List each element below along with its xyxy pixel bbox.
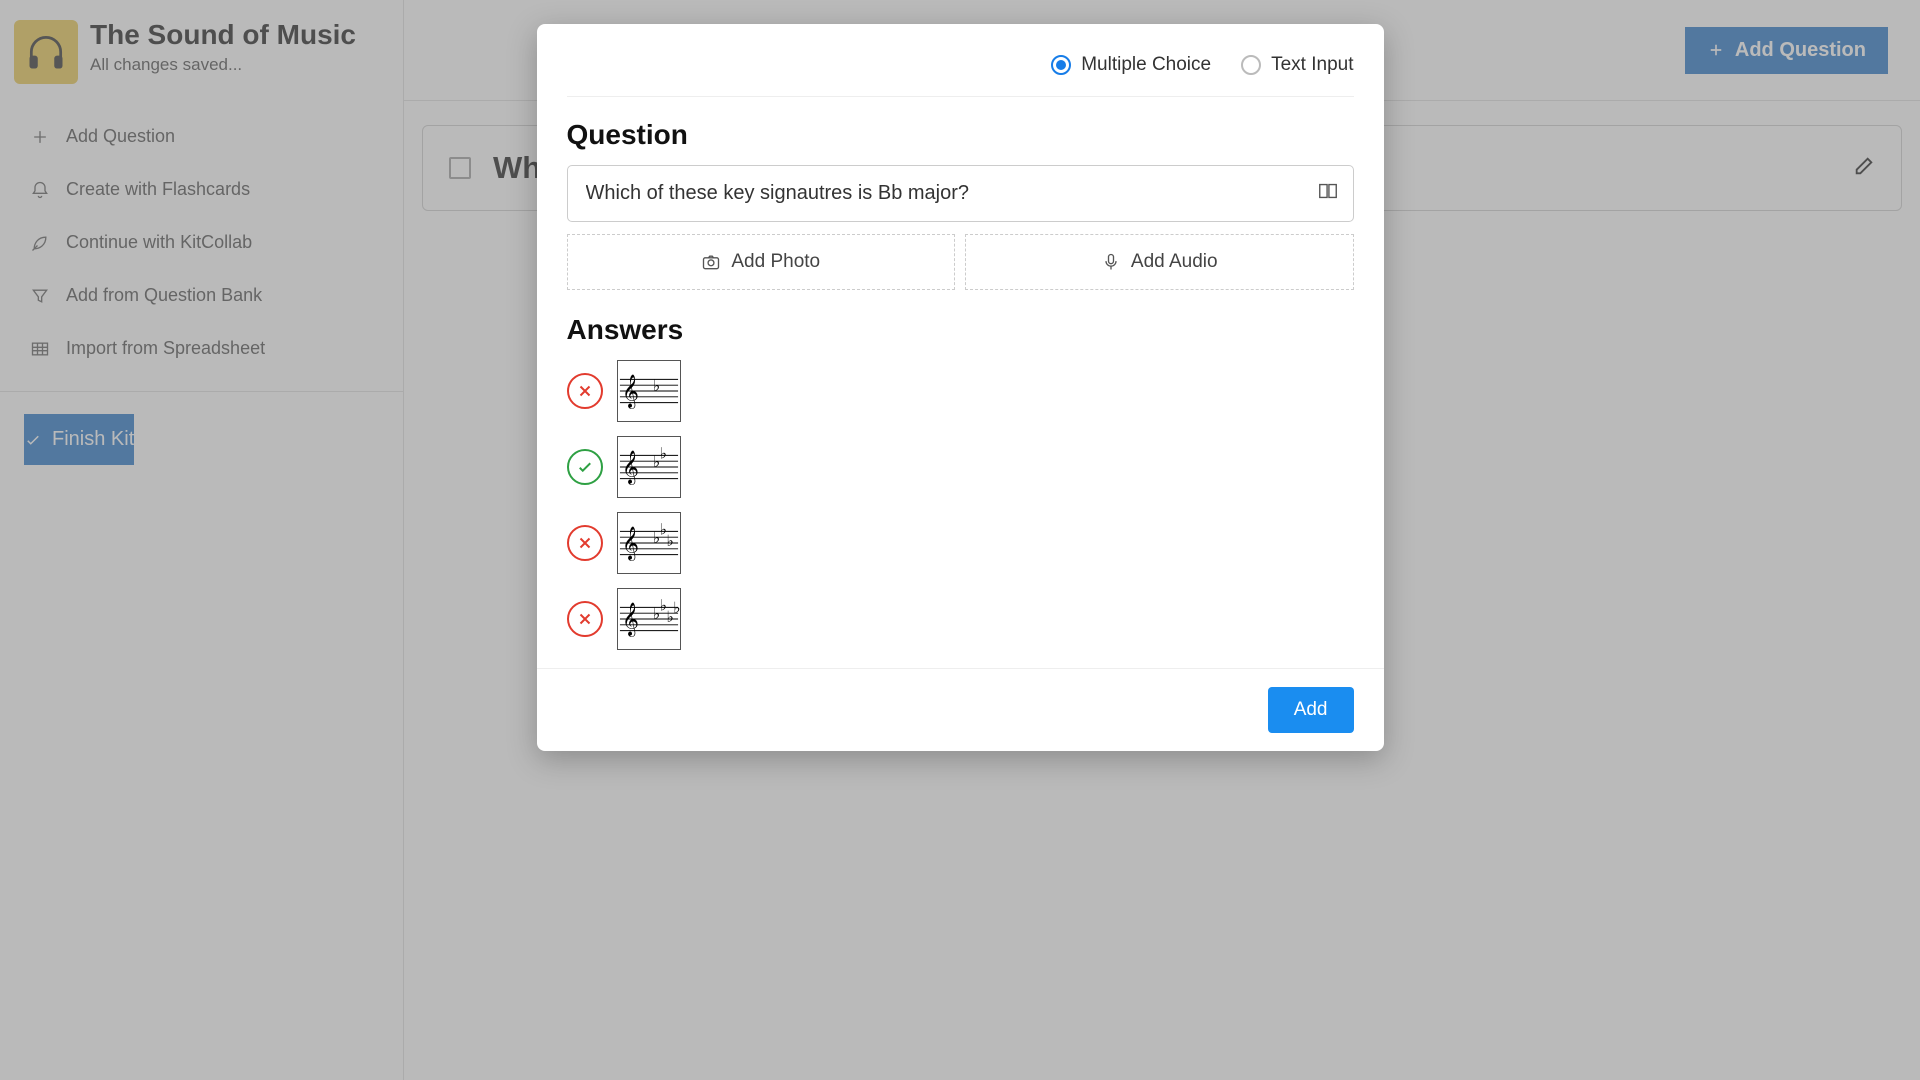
modal-footer: Add	[537, 668, 1384, 751]
answers-heading: Answers	[567, 314, 1354, 346]
answer-image[interactable]: 𝄞 ♭♭♭	[617, 512, 681, 574]
svg-text:♭: ♭	[666, 533, 673, 550]
svg-text:𝄞: 𝄞	[621, 527, 638, 561]
equation-button[interactable]	[1317, 180, 1339, 207]
add-audio-label: Add Audio	[1131, 251, 1218, 273]
answer-mark-wrong[interactable]	[567, 525, 603, 561]
question-type-row: Multiple Choice Text Input	[567, 54, 1354, 97]
book-icon	[1317, 180, 1339, 202]
answer-row: 𝄞 ♭♭♭	[567, 512, 1354, 574]
radio-icon	[1241, 55, 1261, 75]
mic-icon	[1101, 252, 1121, 272]
question-input[interactable]	[582, 166, 1317, 221]
svg-text:♭: ♭	[652, 378, 659, 395]
add-question-modal: Multiple Choice Text Input Question Add …	[537, 24, 1384, 751]
type-multiple-choice[interactable]: Multiple Choice	[1051, 54, 1211, 76]
add-audio-button[interactable]: Add Audio	[965, 234, 1354, 290]
svg-text:♭: ♭	[673, 600, 680, 617]
answer-row: 𝄞 ♭♭♭♭	[567, 588, 1354, 650]
modal-overlay[interactable]: Multiple Choice Text Input Question Add …	[0, 0, 1920, 1080]
answer-row: 𝄞 ♭	[567, 360, 1354, 422]
question-input-wrap	[567, 165, 1354, 222]
answer-mark-wrong[interactable]	[567, 601, 603, 637]
add-photo-label: Add Photo	[731, 251, 820, 273]
answer-mark-wrong[interactable]	[567, 373, 603, 409]
radio-icon	[1051, 55, 1071, 75]
answer-row: 𝄞 ♭♭	[567, 436, 1354, 498]
svg-text:♭: ♭	[659, 445, 666, 462]
type-label: Multiple Choice	[1081, 54, 1211, 76]
answer-image[interactable]: 𝄞 ♭♭	[617, 436, 681, 498]
answer-image[interactable]: 𝄞 ♭♭♭♭	[617, 588, 681, 650]
answer-image[interactable]: 𝄞 ♭	[617, 360, 681, 422]
answers-list: 𝄞 ♭ 𝄞 ♭♭ 𝄞 ♭♭♭	[567, 360, 1354, 650]
camera-icon	[701, 252, 721, 272]
question-heading: Question	[567, 119, 1354, 151]
answer-mark-correct[interactable]	[567, 449, 603, 485]
svg-text:𝄞: 𝄞	[621, 603, 638, 637]
type-label: Text Input	[1271, 54, 1353, 76]
modal-add-button[interactable]: Add	[1268, 687, 1354, 733]
svg-text:𝄞: 𝄞	[621, 375, 638, 409]
add-photo-button[interactable]: Add Photo	[567, 234, 956, 290]
type-text-input[interactable]: Text Input	[1241, 54, 1353, 76]
svg-text:𝄞: 𝄞	[621, 451, 638, 485]
